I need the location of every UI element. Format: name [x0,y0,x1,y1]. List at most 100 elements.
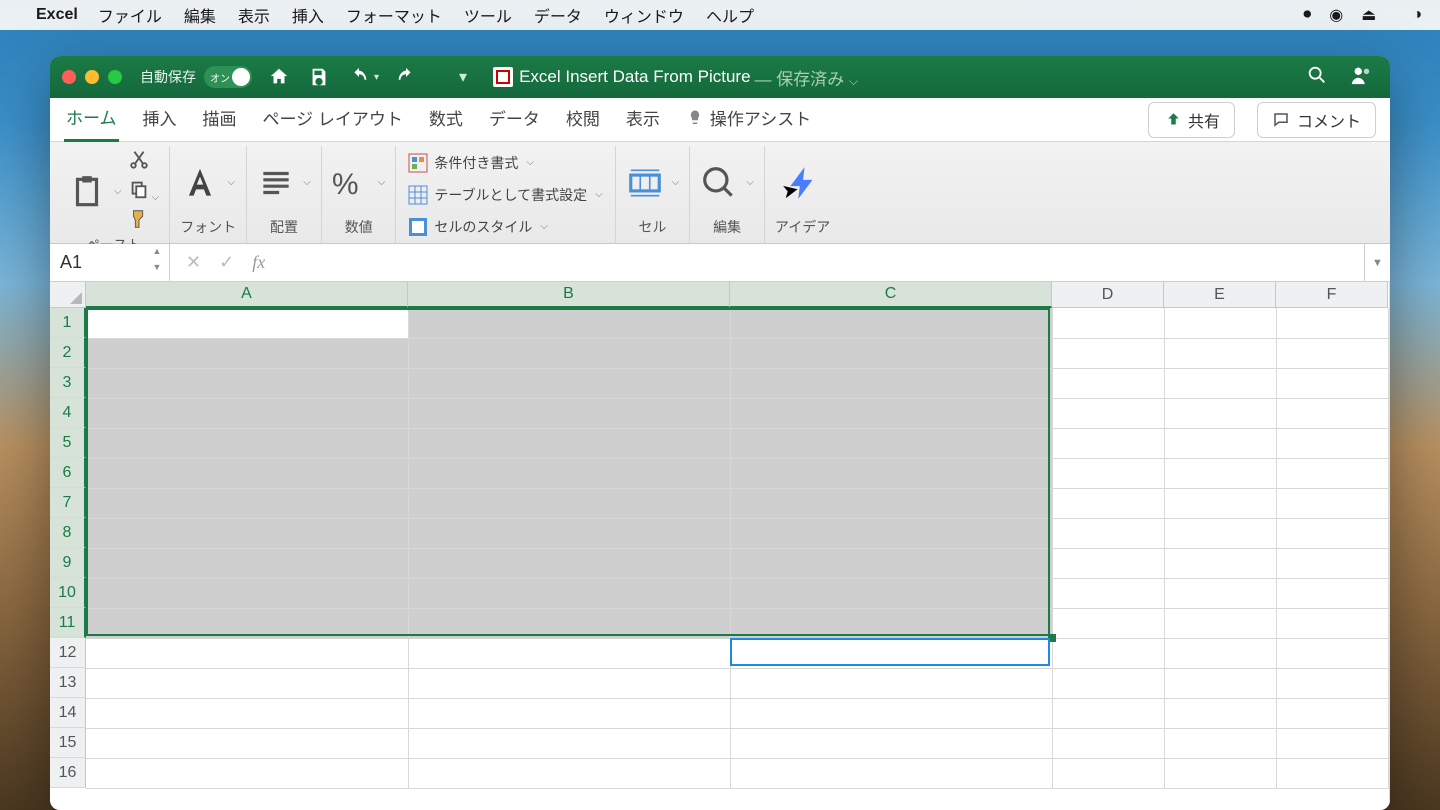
tab-view[interactable]: 表示 [624,99,662,140]
cell-styles-button[interactable]: セルのスタイル⌵ [406,214,550,240]
cell-B14[interactable] [408,698,730,728]
cell-B9[interactable] [408,548,730,578]
conditional-formatting-button[interactable]: 条件付き書式⌵ [406,150,536,176]
cell-A5[interactable] [86,428,408,458]
cut-icon[interactable] [128,148,160,175]
cell-C11[interactable] [730,608,1052,638]
menu-insert[interactable]: 挿入 [292,3,324,27]
cell-A7[interactable] [86,488,408,518]
cell-F10[interactable] [1276,578,1388,608]
menu-window[interactable]: ウィンドウ [604,3,684,27]
autosave-control[interactable]: 自動保存 オン [140,66,252,88]
cell-E9[interactable] [1164,548,1276,578]
tell-me[interactable]: 操作アシスト [684,99,813,140]
tab-review[interactable]: 校閲 [564,99,602,140]
column-header-E[interactable]: E [1164,282,1276,308]
row-header-6[interactable]: 6 [50,458,86,488]
cell-E12[interactable] [1164,638,1276,668]
row-header-1[interactable]: 1 [50,308,86,338]
cell-B16[interactable] [408,758,730,788]
formula-input[interactable] [281,244,1364,281]
cell-D11[interactable] [1052,608,1164,638]
cell-D12[interactable] [1052,638,1164,668]
tab-data[interactable]: データ [487,99,542,140]
cell-B5[interactable] [408,428,730,458]
cell-F6[interactable] [1276,458,1388,488]
select-all-corner[interactable] [50,282,86,308]
editing-button[interactable] [700,164,738,202]
minimize-window-button[interactable] [85,70,99,84]
cell-D16[interactable] [1052,758,1164,788]
cell-C14[interactable] [730,698,1052,728]
cell-C10[interactable] [730,578,1052,608]
menu-format[interactable]: フォーマット [346,3,442,27]
cell-A2[interactable] [86,338,408,368]
menu-edit[interactable]: 編集 [184,3,216,27]
cell-F7[interactable] [1276,488,1388,518]
comment-button[interactable]: コメント [1257,102,1376,138]
cell-C5[interactable] [730,428,1052,458]
cell-F5[interactable] [1276,428,1388,458]
menu-view[interactable]: 表示 [238,3,270,27]
cell-B4[interactable] [408,398,730,428]
row-header-3[interactable]: 3 [50,368,86,398]
cell-C3[interactable] [730,368,1052,398]
accessibility-icon[interactable]: ◉ [1329,5,1343,25]
cell-D10[interactable] [1052,578,1164,608]
cells-area[interactable] [86,308,1389,810]
row-header-9[interactable]: 9 [50,548,86,578]
formula-collapse[interactable]: ▼ [1364,244,1390,281]
cell-F12[interactable] [1276,638,1388,668]
cell-E14[interactable] [1164,698,1276,728]
cell-A10[interactable] [86,578,408,608]
cell-A14[interactable] [86,698,408,728]
tab-insert[interactable]: 挿入 [141,99,179,140]
redo-icon[interactable] [393,64,419,90]
font-dropdown[interactable]: ⌵ [227,177,235,188]
tab-home[interactable]: ホーム [64,98,119,142]
share-button[interactable]: 共有 [1148,102,1235,138]
row-header-10[interactable]: 10 [50,578,86,608]
cell-A4[interactable] [86,398,408,428]
cell-D3[interactable] [1052,368,1164,398]
cell-A16[interactable] [86,758,408,788]
cells-dropdown[interactable]: ⌵ [672,177,680,188]
cell-D2[interactable] [1052,338,1164,368]
alignment-button[interactable] [257,164,295,202]
column-header-A[interactable]: A [86,282,408,308]
autosave-toggle[interactable]: オン [204,66,252,88]
cell-E8[interactable] [1164,518,1276,548]
cell-D1[interactable] [1052,308,1164,338]
tab-draw[interactable]: 描画 [201,99,239,140]
menu-help[interactable]: ヘルプ [706,3,754,27]
save-sync-icon[interactable] [306,64,332,90]
fx-icon[interactable]: fx [252,252,265,273]
cell-F9[interactable] [1276,548,1388,578]
name-box-stepper[interactable]: ▲▼ [149,247,165,278]
cell-E2[interactable] [1164,338,1276,368]
cell-E4[interactable] [1164,398,1276,428]
cell-E3[interactable] [1164,368,1276,398]
cell-E6[interactable] [1164,458,1276,488]
formula-confirm-icon[interactable]: ✓ [219,252,234,273]
cell-E16[interactable] [1164,758,1276,788]
menu-file[interactable]: ファイル [98,3,162,27]
cell-B15[interactable] [408,728,730,758]
row-header-8[interactable]: 8 [50,518,86,548]
vertical-scrollbar[interactable] [1389,282,1391,810]
cell-B8[interactable] [408,518,730,548]
editing-dropdown[interactable]: ⌵ [746,177,754,188]
cell-B6[interactable] [408,458,730,488]
number-button[interactable]: % [332,164,370,202]
cell-A1[interactable] [86,308,408,338]
cell-C13[interactable] [730,668,1052,698]
copy-icon[interactable]: ⌵ [128,178,160,205]
zoom-window-button[interactable] [108,70,122,84]
cell-A15[interactable] [86,728,408,758]
cell-A8[interactable] [86,518,408,548]
cell-C2[interactable] [730,338,1052,368]
number-dropdown[interactable]: ⌵ [378,177,386,188]
cell-D7[interactable] [1052,488,1164,518]
row-header-14[interactable]: 14 [50,698,86,728]
row-header-5[interactable]: 5 [50,428,86,458]
